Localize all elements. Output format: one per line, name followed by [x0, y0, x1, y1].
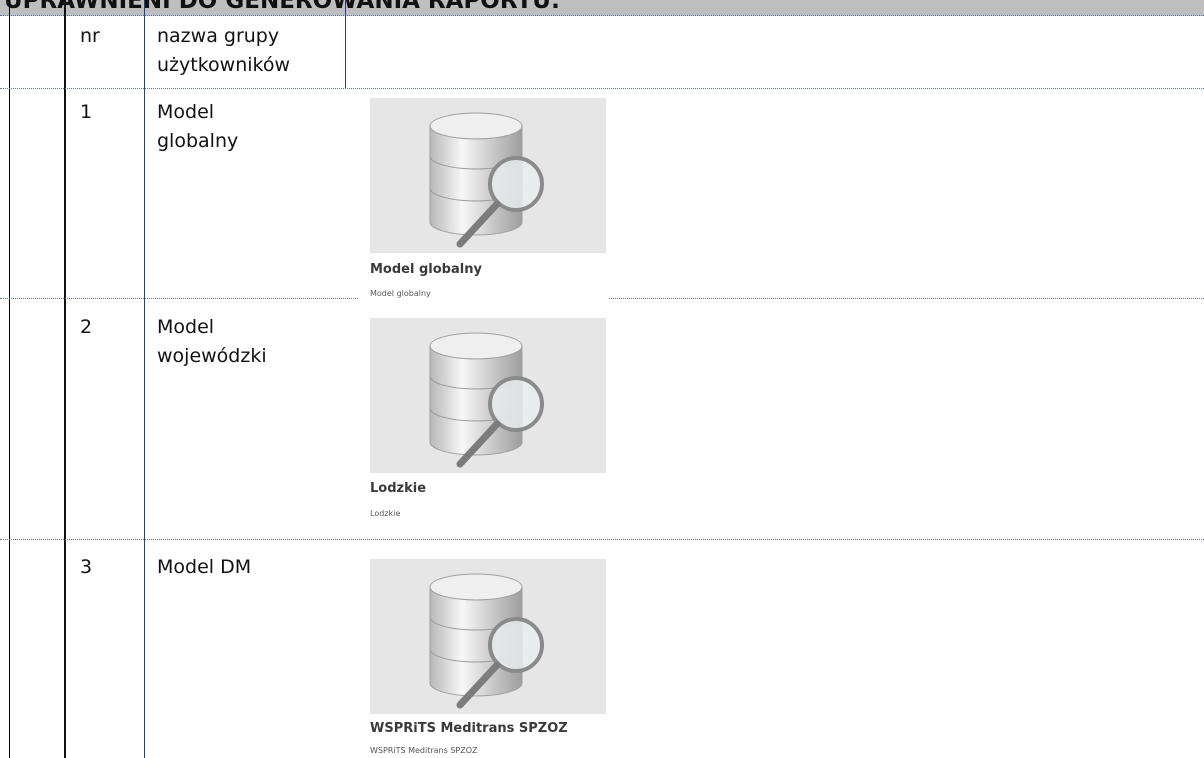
- row-divider: [0, 88, 1204, 89]
- header-group-name-line2: użytkowników: [157, 54, 291, 76]
- card-title: Lodzkie: [370, 481, 427, 496]
- database-search-icon: [429, 332, 544, 468]
- report-card-1[interactable]: Model globalny Model globalny: [358, 96, 608, 301]
- column-divider-image: [345, 0, 346, 88]
- left-border: [9, 0, 10, 758]
- column-divider-name: [144, 0, 145, 758]
- card-subtitle: Model globalny: [370, 289, 431, 298]
- report-card-3[interactable]: WSPRiTS Meditrans SPZOZ WSPRiTS Meditran…: [358, 557, 608, 758]
- row-3-nr: 3: [80, 556, 93, 578]
- row-1-name-line1: Model: [157, 101, 215, 123]
- header-group-name-line1: nazwa grupy: [157, 25, 280, 47]
- section-title: UPRAWNIENI DO GENEROWANIA RAPORTU:: [0, 0, 1204, 16]
- row-2-name-line2: wojewódzki: [157, 345, 267, 367]
- row-divider: [0, 539, 1204, 540]
- row-1-name-line2: globalny: [157, 130, 239, 152]
- report-card-2[interactable]: Lodzkie Lodzkie: [358, 316, 608, 526]
- database-search-icon: [429, 573, 544, 709]
- card-image: [370, 318, 606, 473]
- row-1-nr: 1: [80, 101, 93, 123]
- column-divider-nr: [64, 0, 66, 758]
- row-2-nr: 2: [80, 316, 93, 338]
- header-nr: nr: [80, 25, 100, 47]
- card-subtitle: WSPRiTS Meditrans SPZOZ: [370, 746, 478, 755]
- row-2-name-line1: Model: [157, 316, 215, 338]
- card-image: [370, 98, 606, 253]
- card-title: WSPRiTS Meditrans SPZOZ: [370, 721, 568, 736]
- card-subtitle: Lodzkie: [370, 509, 401, 518]
- database-search-icon: [429, 112, 544, 248]
- card-title: Model globalny: [370, 262, 482, 277]
- card-image: [370, 559, 606, 714]
- row-3-name-line1: Model DM: [157, 556, 252, 578]
